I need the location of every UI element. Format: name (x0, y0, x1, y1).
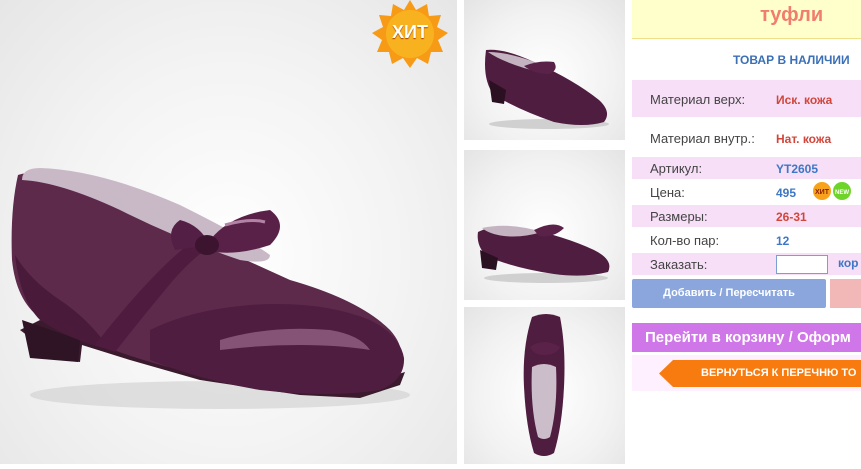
hit-badge: ХИТ (372, 0, 448, 68)
spec-label: Размеры: (650, 209, 708, 224)
spec-row-pairs: Кол-во пар: 12 (632, 229, 861, 251)
stock-status: ТОВАР В НАЛИЧИИ (733, 53, 850, 67)
spec-label: Цена: (650, 185, 685, 200)
product-title-box: туфли (632, 0, 861, 39)
spec-value: 26-31 (776, 210, 807, 224)
spec-row-material-upper: Материал верх: Иск. кожа (632, 80, 861, 117)
main-product-image (0, 0, 457, 464)
spec-value: Иск. кожа (776, 93, 833, 107)
back-to-list-button[interactable]: ВЕРНУТЬСЯ К ПЕРЕЧНЮ ТО (659, 360, 861, 387)
thumbnail-side-view[interactable] (464, 0, 625, 140)
spec-label: Кол-во пар: (650, 233, 720, 248)
spec-row-material-inner: Материал внутр.: Нат. кожа (632, 120, 861, 155)
spec-label: Артикул: (650, 161, 703, 176)
spec-row-article: Артикул: YT2605 (632, 157, 861, 179)
spec-value: 12 (776, 234, 790, 248)
mini-hit-label: ХИТ (815, 189, 830, 196)
thumbnail-front-view[interactable] (464, 150, 625, 300)
spec-row-sizes: Размеры: 26-31 (632, 205, 861, 227)
back-button-label: ВЕРНУТЬСЯ К ПЕРЕЧНЮ ТО (701, 367, 857, 379)
spec-label: Материал внутр.: (650, 131, 755, 146)
spec-row-order: Заказать: кор (632, 253, 861, 275)
hit-badge-label: ХИТ (392, 22, 428, 42)
product-title: туфли (760, 4, 824, 26)
thumbnail-top-view[interactable] (464, 307, 625, 464)
order-unit: кор (838, 256, 859, 270)
spec-row-price: Цена: 495 ХИТ NEW (632, 181, 861, 203)
secondary-button[interactable] (830, 279, 861, 308)
spec-value: 495 (776, 186, 797, 200)
add-recalculate-button[interactable]: Добавить / Пересчитать (632, 279, 826, 308)
order-quantity-input[interactable] (776, 255, 828, 274)
go-to-cart-button[interactable]: Перейти в корзину / Оформ (632, 323, 861, 352)
cart-button-label: Перейти в корзину / Оформ (645, 329, 851, 346)
mini-new-label: NEW (835, 190, 849, 196)
spec-label: Заказать: (650, 257, 708, 272)
hit-new-badges-icon: ХИТ NEW (813, 182, 851, 200)
spec-value: Нат. кожа (776, 132, 832, 146)
spec-label: Материал верх: (650, 92, 746, 107)
spec-value: YT2605 (776, 162, 819, 176)
